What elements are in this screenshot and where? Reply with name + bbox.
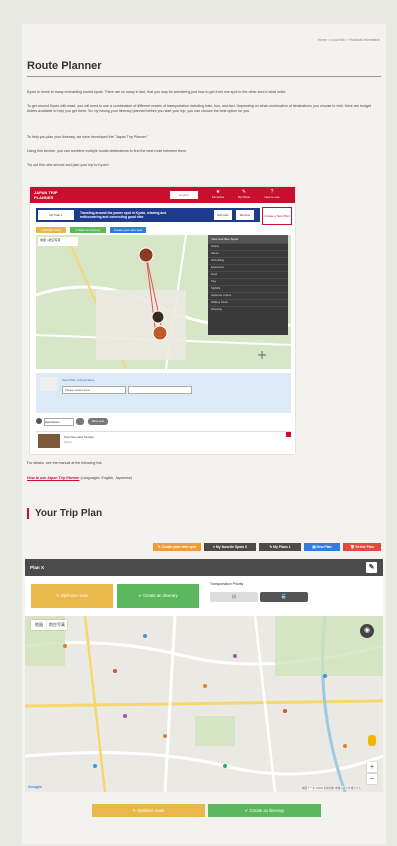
tab-satellite: 航空写真 [48,238,61,242]
manual-link[interactable]: How to use Japan Trip Planner [27,476,79,480]
title-divider [27,76,381,77]
intro-paragraph-2: To get around Kyoto with ease, you will … [27,104,371,114]
my-favorite-spots-button[interactable]: ♥ My favorite Spots 0 [204,543,256,551]
map-tab-satellite[interactable]: 航空写真 [47,620,67,630]
favorites-label: Favorites [211,195,225,199]
create-own-spot-button[interactable]: ✎ Create your own spot [153,543,201,551]
optimize-route-button[interactable]: ✎ Optimize route [31,584,113,608]
transport-toggle-left[interactable]: ⊟ [210,592,258,602]
header-my-plans: ✎ My Plans [234,189,254,201]
logo-line-2: PLANNER [34,195,54,200]
edit-plan-icon[interactable]: ✎ [366,562,377,573]
zoom-in-button[interactable]: + [367,762,377,772]
create-itinerary-label: Create an itinerary [143,593,178,598]
planner-screenshot: JAPAN TRIP PLANNER English ★ Favorites ✎ M… [30,187,295,454]
my-plans-button[interactable]: ✎ My Plans 1 [259,543,301,551]
page: Home > Local Info > Practical Informatio… [0,0,397,846]
sidebar-row: Experience [208,264,288,271]
planner-map: View and filter Spots History Nature Art… [36,235,291,369]
tab-map: 地図 [40,238,47,242]
intro-paragraph-4: Using this service, you can combine mult… [27,149,188,153]
optimize-route-label: Optimize route [60,593,88,598]
planner-date-row: Date/Select Move spot [36,417,291,427]
language-select: English [170,191,198,199]
manual-text: For details, see the manual at the follo… [27,461,103,465]
spot-panel-label: View Plan: 3 Area Name [62,378,95,382]
manual-languages: (Languages: English, Japanese) [79,476,133,480]
add-icon [36,418,42,424]
sidebar-row: Stay [208,278,288,285]
intro-paragraph-1: Kyoto is home to many enchanting tourist… [27,90,287,94]
planner-spot-sidebar: View and filter Spots History Nature Art… [208,235,288,335]
bottom-optimize-route-button[interactable]: ✎ Optimize route [92,804,205,817]
plan-name: Plan X [30,565,45,570]
banner-remove-button: Remove [236,210,254,220]
breadcrumb[interactable]: Home > Local Info > Practical Informatio… [318,38,380,42]
delete-plan-button[interactable]: 🗑 Delete Plan [343,543,381,551]
sub-area-select [128,386,192,394]
sidebar-row: Food [208,271,288,278]
transportation-priority: Transportation Priority ⊟ 🚆 [210,582,310,610]
sidebar-row: Art/Crafting [208,257,288,264]
my-plans-label: My Plans [237,195,251,199]
bottom-create-itinerary-button[interactable]: ✔ Create an itinerary [208,804,321,817]
bottom-itinerary-label: Create an itinerary [249,808,285,813]
map-tab-map[interactable]: 地図 [31,620,47,630]
route-map-graphic [25,616,383,792]
planner-logo: JAPAN TRIP PLANNER [34,190,64,200]
main-content: Home > Local Info > Practical Informatio… [22,24,386,844]
sidebar-row: Nature [208,250,288,257]
how-to-use-label: How to use [264,195,280,199]
intro-paragraph-3: To help you plan your itinerary, we have… [27,135,149,139]
settings-icon [76,418,84,425]
area-select: Please select area [62,386,126,394]
create-itinerary-button[interactable]: ✔ Create an itinerary [117,584,199,608]
planner-plan-banner: My Plan 1 Traveling around the power spo… [36,208,260,222]
move-spot-button: Move spot [88,418,108,425]
zoom-out-button[interactable]: − [367,774,377,784]
header-favorites: ★ Favorites [208,189,228,201]
intro-paragraph-5: Try out this new service and plan your t… [27,163,109,167]
header-how-to-use: ? How to use [262,189,282,201]
small-itinerary-button: Create an itinerary [70,227,106,233]
planner-spot-item: Kiyomizu-dera Temple Kyoto [36,431,291,450]
spot-list-icon[interactable]: ◉ [360,624,374,638]
page-title: Route Planner [27,60,102,72]
banner-text: Traveling around the power spot in Kyoto… [80,211,167,220]
planner-header: JAPAN TRIP PLANNER English ★ Favorites ✎ M… [30,187,295,203]
sidebar-row: Shopping [208,306,288,313]
plan-controls: ✎ Optimize route ✔ Create an itinerary T… [25,576,383,616]
date-select: Date/Select [44,418,74,426]
spot-name: Kiyomizu-dera Temple [64,435,94,439]
spot-image-placeholder [40,377,58,391]
sidebar-header: View and filter Spots [208,235,288,243]
spot-thumbnail [38,434,60,448]
sidebar-row: Walking Route [208,299,288,306]
spot-sub: Kyoto [64,440,72,444]
planner-spot-panel: View Plan: 3 Area Name Please select are… [36,373,291,413]
transportation-priority-label: Transportation Priority [210,582,244,586]
remove-spot-icon [286,432,291,437]
bottom-optimize-label: Optimize route [137,808,165,813]
route-map[interactable]: 地図 航空写真 ◉ + − Google 地図データ ©2020 利用規約 地図… [25,616,383,792]
sidebar-row: Japanese Culture [208,292,288,299]
section-title: Your Trip Plan [27,508,102,519]
planner-map-tabs: 地図 | 航空写真 [40,238,61,242]
small-own-spot-button: Create your own spot [110,227,146,233]
google-logo: Google [28,784,42,789]
new-plan-button[interactable]: ▤ New Plan [304,543,340,551]
sidebar-row: History [208,243,288,250]
create-new-plan-button: Create a New Plan [262,207,292,225]
street-view-pegman-icon[interactable] [368,735,376,746]
plan-header: Plan X ✎ [25,559,383,576]
small-optimize-button: Optimize route [36,227,66,233]
banner-edit-button: Edit plan [214,210,232,220]
transport-toggle-train[interactable]: 🚆 [260,592,308,602]
sidebar-row: Nightlife [208,285,288,292]
map-attribution: 地図データ ©2020 利用規約 地図の誤りを報告する [301,786,361,790]
manual-link-line: How to use Japan Trip Planner (Languages… [27,476,377,481]
banner-plan-button: My Plan 1 [38,210,74,220]
